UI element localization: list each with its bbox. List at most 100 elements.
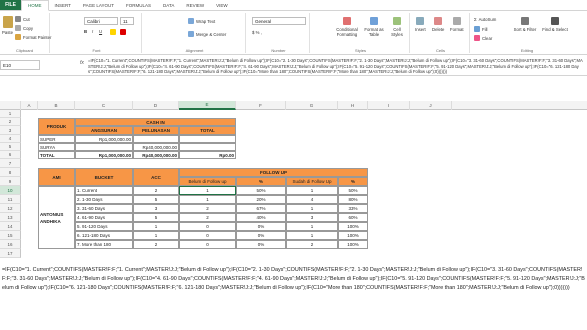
col-header-g[interactable]: G (286, 101, 338, 110)
col-header-h[interactable]: H (338, 101, 368, 110)
belum-cell[interactable]: 0 (179, 222, 236, 231)
grand-total-cell[interactable]: Rp0.00 (179, 151, 236, 159)
acc-cell[interactable]: 2 (133, 186, 179, 195)
pct-cell[interactable]: 100% (338, 231, 368, 240)
row-header-5[interactable]: 5 (0, 143, 21, 151)
bucket-cell[interactable]: 5. 91-120 Days (75, 222, 133, 231)
name-box[interactable]: E10 (0, 60, 40, 70)
clear-button[interactable]: Clear (474, 35, 492, 41)
cell-styles-button[interactable]: Cell Styles (387, 17, 407, 37)
follow-up-header[interactable]: FOLLOW UP (179, 168, 368, 177)
sudah-cell[interactable]: 3 (286, 213, 338, 222)
bucket-cell[interactable]: 3. 31-60 Days (75, 204, 133, 213)
sudah-cell[interactable]: 1 (286, 222, 338, 231)
sudah-cell[interactable]: 1 (286, 231, 338, 240)
copy-button[interactable]: Copy (15, 25, 33, 31)
angsuran-header[interactable]: ANGSURAN (75, 126, 133, 135)
row-header-10[interactable]: 10 (0, 186, 21, 195)
sudah-cell[interactable]: 1 (286, 186, 338, 195)
bucket-cell[interactable]: 2. 1-30 Days (75, 195, 133, 204)
acc-cell[interactable]: 1 (133, 222, 179, 231)
tab-file[interactable]: FILE (0, 0, 21, 10)
belum-cell[interactable]: 2 (179, 213, 236, 222)
tab-review[interactable]: REVIEW (180, 0, 210, 10)
belum-cell[interactable]: 1 (179, 195, 236, 204)
row-header-17[interactable]: 17 (0, 249, 21, 258)
font-size-select[interactable]: 11 (120, 17, 134, 25)
tab-formulas[interactable]: FORMULAS (120, 0, 157, 10)
tab-view[interactable]: VIEW (210, 0, 234, 10)
fill-color-button[interactable] (110, 29, 116, 35)
pelunasan-cell[interactable] (133, 135, 179, 143)
number-format-select[interactable]: General (252, 17, 306, 25)
col-header-a[interactable]: A (21, 101, 38, 110)
row-header-6[interactable]: 6 (0, 151, 21, 159)
pelunasan-cell[interactable]: Rp40,000,000.00 (133, 143, 179, 151)
italic-button[interactable]: I (92, 29, 93, 34)
acc-cell[interactable]: 1 (133, 231, 179, 240)
row-header-14[interactable]: 14 (0, 222, 21, 231)
row-header-16[interactable]: 16 (0, 240, 21, 249)
font-name-select[interactable]: Calibri (84, 17, 118, 25)
produk-cell[interactable]: SUPER (38, 135, 75, 143)
pct-cell[interactable]: 100% (338, 240, 368, 249)
cut-button[interactable]: Cut (15, 16, 30, 22)
autosum-button[interactable]: Σ AutoSum (474, 17, 496, 22)
row-header-2[interactable]: 2 (0, 118, 21, 126)
row-header-9[interactable]: 9 (0, 177, 21, 186)
row-header-7[interactable]: 7 (0, 159, 21, 168)
col-header-e[interactable]: E (179, 101, 236, 110)
col-header-b[interactable]: B (38, 101, 75, 110)
merge-center-button[interactable]: Merge & Center (188, 31, 226, 37)
wrap-text-button[interactable]: Wrap Text (188, 18, 215, 24)
currency-button[interactable]: $ % , (252, 30, 262, 35)
sort-filter-button[interactable]: Sort & Filter (512, 17, 538, 32)
row-header-15[interactable]: 15 (0, 231, 21, 240)
row-header-1[interactable]: 1 (0, 110, 21, 118)
acc-cell[interactable]: 3 (133, 204, 179, 213)
angsuran-cell[interactable]: Rp1,000,000.00 (75, 135, 133, 143)
fill-button[interactable]: Fill (474, 26, 488, 32)
belum-cell[interactable]: 0 (179, 240, 236, 249)
row-header-13[interactable]: 13 (0, 213, 21, 222)
find-select-button[interactable]: Find & Select (542, 17, 568, 32)
belum-header[interactable]: Belum di Follow up (179, 177, 236, 186)
pct-cell[interactable]: 20% (236, 195, 286, 204)
select-all-corner[interactable] (0, 101, 21, 110)
ami-header[interactable]: AMI (38, 168, 75, 186)
sudah-header[interactable]: Sudah di Follow Up (286, 177, 338, 186)
col-header-i[interactable]: I (368, 101, 410, 110)
col-header-d[interactable]: D (133, 101, 179, 110)
pct-cell[interactable]: 80% (338, 195, 368, 204)
pct-cell[interactable]: 33% (338, 204, 368, 213)
pct-sudah-header[interactable]: % (338, 177, 368, 186)
tab-page-layout[interactable]: PAGE LAYOUT (77, 0, 120, 10)
total-angsuran-cell[interactable]: Rp1,000,000.00 (75, 151, 133, 159)
sudah-cell[interactable]: 1 (286, 204, 338, 213)
bucket-cell[interactable]: 7. More than 180 (75, 240, 133, 249)
sudah-cell[interactable]: 2 (286, 240, 338, 249)
belum-cell[interactable]: 0 (179, 231, 236, 240)
belum-cell[interactable]: 2 (179, 204, 236, 213)
row-header-4[interactable]: 4 (0, 135, 21, 143)
angsuran-cell[interactable] (75, 143, 133, 151)
produk-header[interactable]: PRODUK (38, 118, 75, 135)
pct-cell[interactable]: 50% (236, 186, 286, 195)
sudah-cell[interactable]: 4 (286, 195, 338, 204)
acc-header[interactable]: ACC (133, 168, 179, 186)
underline-button[interactable]: U (99, 29, 102, 34)
bucket-cell[interactable]: 1. Current (75, 186, 133, 195)
ami-name-cell[interactable]: ANTONIUS ANDHIKA (38, 186, 75, 249)
bucket-header[interactable]: BUCKET (75, 168, 133, 186)
belum-cell-selected[interactable]: 1 (179, 186, 236, 195)
bold-button[interactable]: B (84, 29, 87, 34)
row-header-12[interactable]: 12 (0, 204, 21, 213)
pelunasan-header[interactable]: PELUNASAN (133, 126, 179, 135)
format-button[interactable]: Format (450, 17, 464, 32)
cash-in-header[interactable]: CASH IN (75, 118, 236, 126)
pct-cell[interactable]: 0% (236, 222, 286, 231)
bucket-cell[interactable]: 6. 121-180 Days (75, 231, 133, 240)
total-cell[interactable] (179, 143, 236, 151)
total-row-label[interactable]: TOTAL (38, 151, 75, 159)
font-color-button[interactable] (120, 29, 126, 35)
